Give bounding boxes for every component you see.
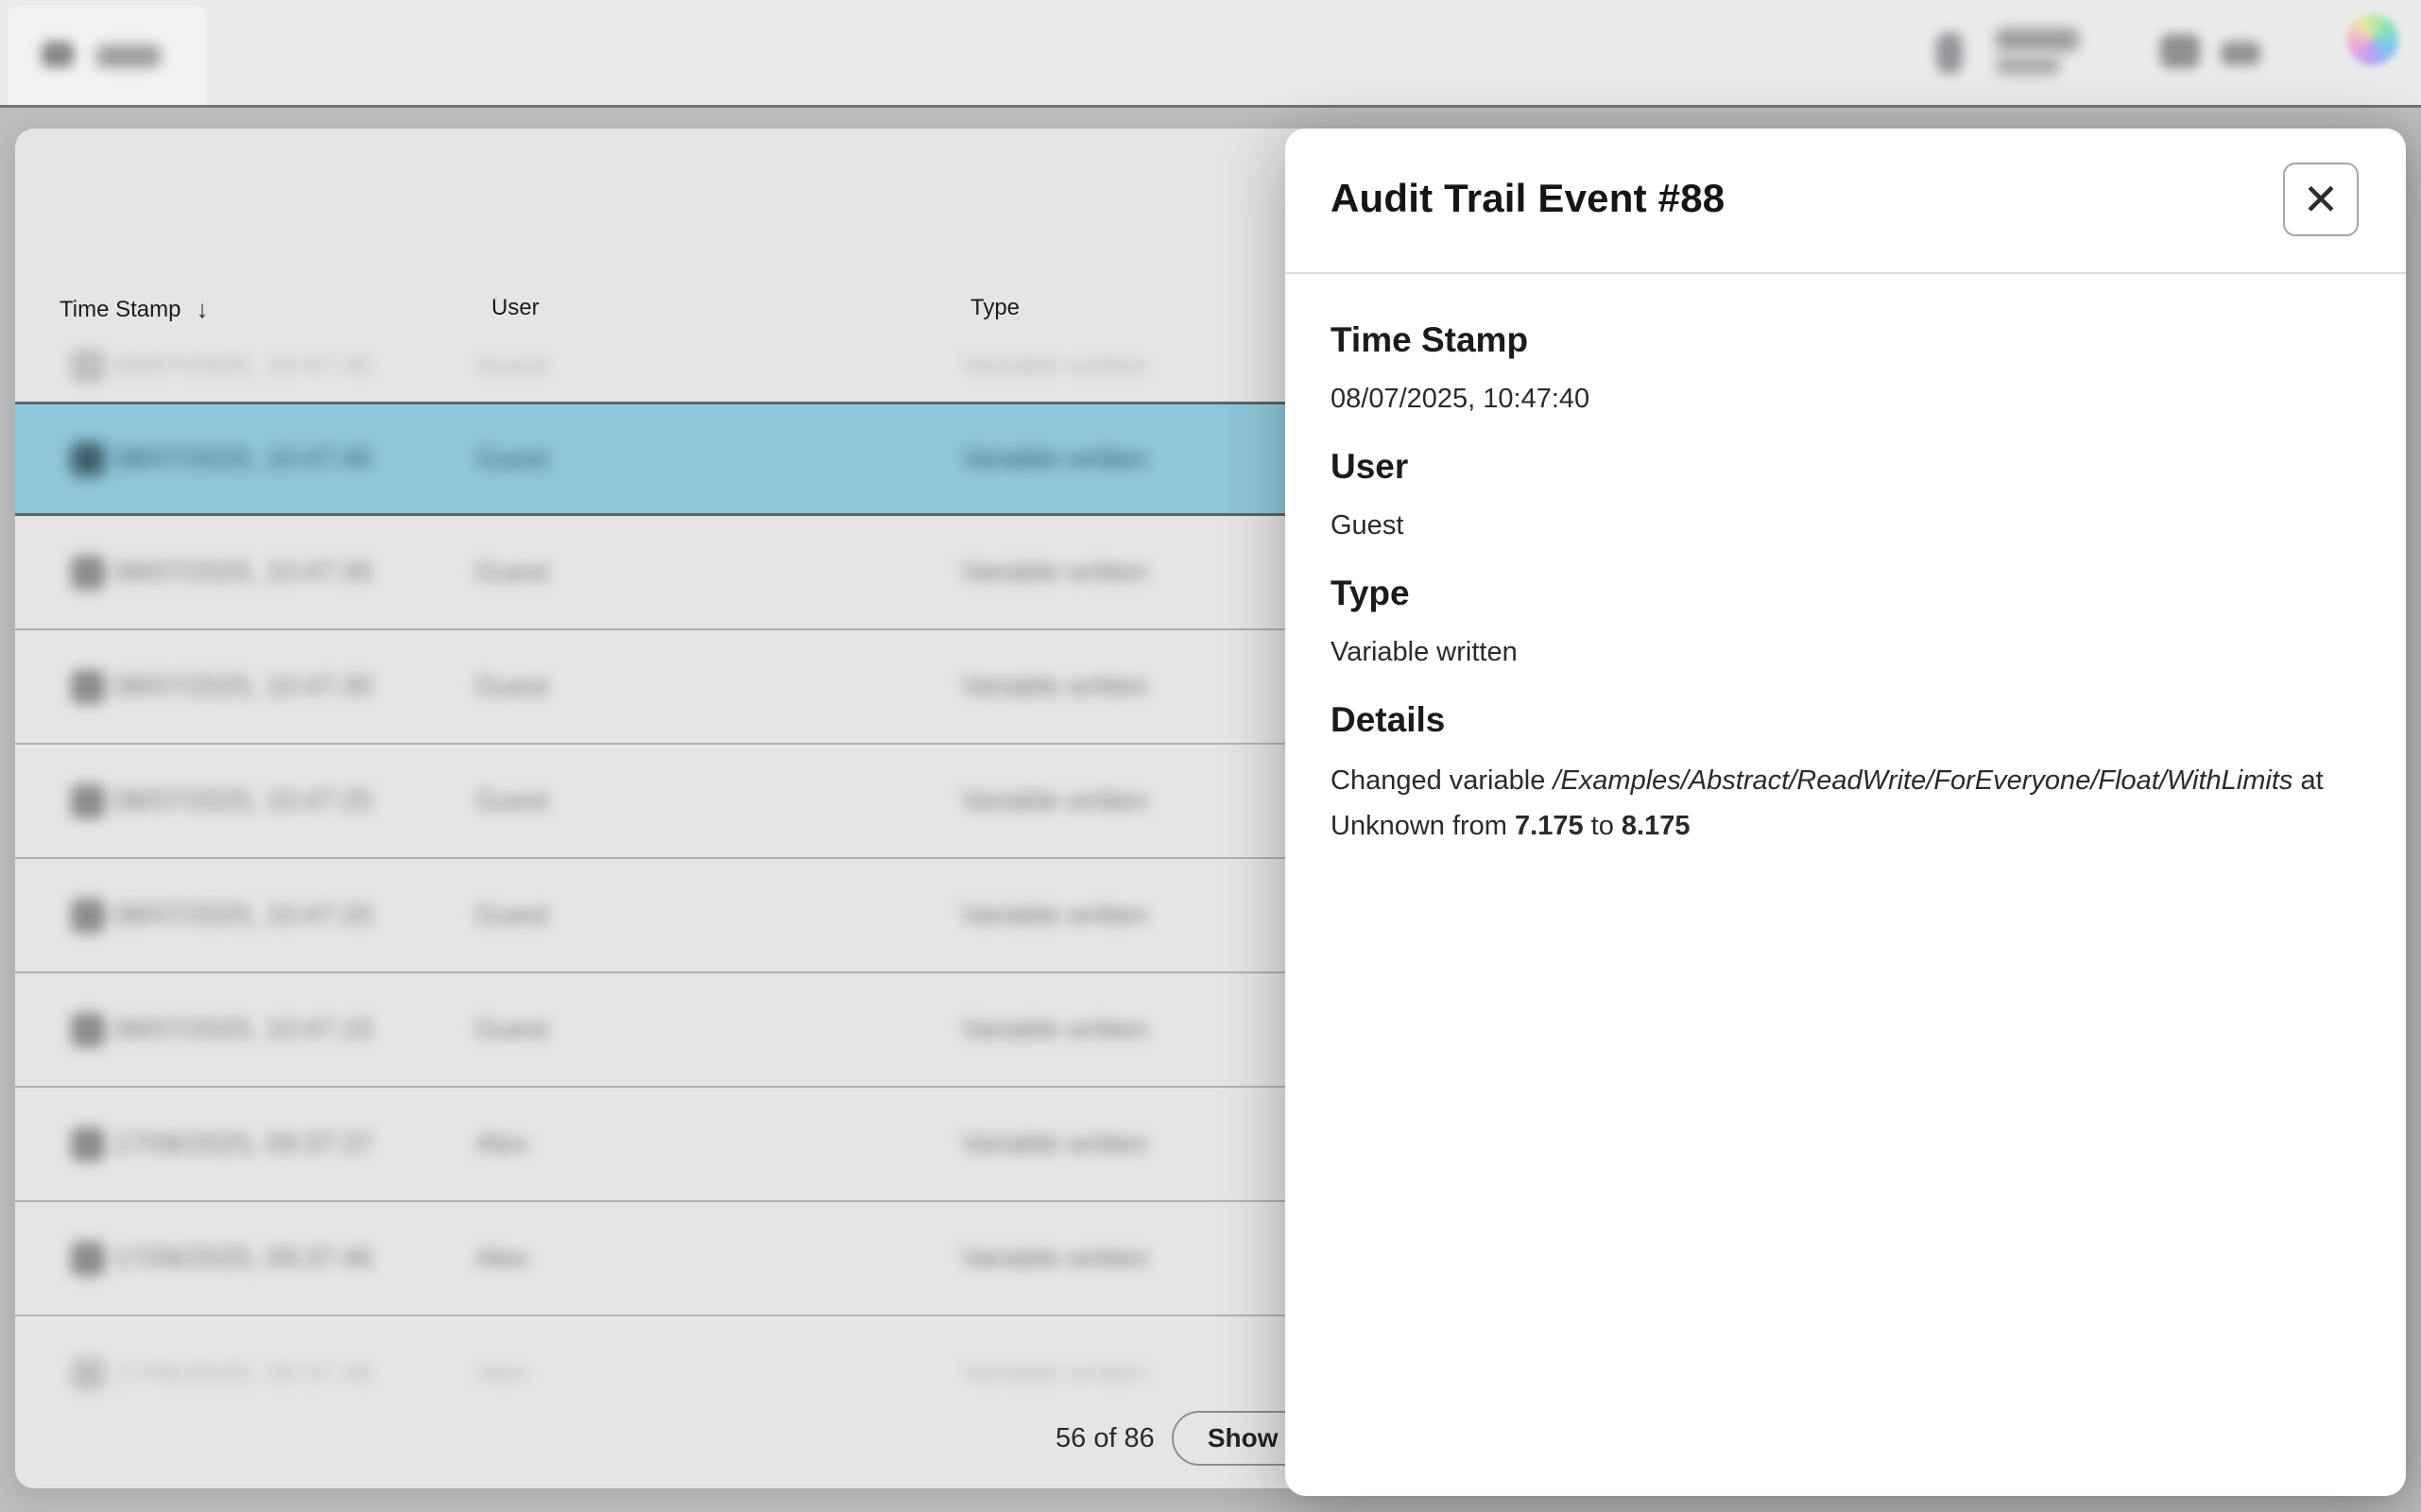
row-timestamp: 08/07/2025, 10:47:25 [113, 785, 372, 816]
row-user: Guest [475, 785, 548, 816]
row-timestamp: 08/07/2025, 10:47:30 [113, 671, 372, 702]
close-icon: ✕ [2303, 178, 2340, 221]
row-timestamp: 17/06/2025, 09:37:48 [113, 1358, 372, 1389]
row-event-icon [71, 784, 105, 818]
row-type: Variable written [961, 443, 1148, 474]
section-value-timestamp: 08/07/2025, 10:47:40 [1331, 380, 2362, 418]
account-text-blurred [1996, 28, 2079, 51]
row-timestamp: 08/07/2025, 10:47:35 [113, 557, 372, 588]
row-user: Guest [475, 351, 548, 382]
details-to-value: 8.175 [1622, 811, 1691, 841]
row-timestamp: 08/07/2025, 10:47:20 [113, 900, 372, 931]
column-label-user: User [491, 295, 540, 321]
row-type: Variable written [961, 351, 1148, 382]
row-type: Variable written [961, 1243, 1148, 1274]
avatar[interactable] [2347, 14, 2398, 65]
section-heading-details: Details [1331, 699, 2362, 741]
section-value-user: Guest [1331, 507, 2362, 544]
row-timestamp: 17/06/2025, 09:37:37 [113, 1128, 372, 1160]
table-footer: 56 of 86 Show [1056, 1410, 1314, 1467]
row-event-icon [71, 1242, 105, 1276]
panel-body: Time Stamp 08/07/2025, 10:47:40 User Gue… [1331, 272, 2362, 849]
column-header-timestamp[interactable]: Time Stamp ↓ [60, 295, 208, 324]
row-timestamp: 08/07/2025, 10:47:40 [113, 443, 372, 474]
row-type: Variable written [961, 557, 1148, 588]
column-header-type[interactable]: Type [970, 295, 1020, 321]
row-type: Variable written [961, 671, 1148, 702]
row-timestamp: 08/07/2025, 10:47:45 [113, 351, 372, 382]
row-type: Variable written [961, 1014, 1148, 1045]
close-button[interactable]: ✕ [2283, 163, 2359, 236]
row-user: Guest [475, 557, 548, 588]
row-event-icon [71, 1357, 105, 1391]
app-title-blurred [96, 45, 161, 67]
section-heading-user: User [1331, 446, 2362, 488]
row-user: Guest [475, 671, 548, 702]
row-user: Alex [475, 1243, 528, 1274]
panel-header: Audit Trail Event #88 ✕ [1285, 129, 2406, 272]
section-heading-timestamp: Time Stamp [1331, 319, 2362, 361]
language-selector-blurred[interactable] [2221, 42, 2260, 65]
section-heading-type: Type [1331, 573, 2362, 614]
row-event-icon [71, 442, 105, 476]
details-text: Changed variable /Examples/Abstract/Read… [1331, 758, 2362, 849]
row-type: Variable written [961, 900, 1148, 931]
details-from-value: 7.175 [1515, 811, 1584, 841]
row-event-icon [71, 670, 105, 704]
details-to-word: to [1584, 811, 1622, 841]
audit-event-detail-panel: Audit Trail Event #88 ✕ Time Stamp 08/07… [1285, 129, 2406, 1496]
row-user: Guest [475, 900, 548, 931]
sort-descending-icon[interactable]: ↓ [196, 295, 208, 324]
panel-title: Audit Trail Event #88 [1331, 176, 1725, 221]
row-user: Guest [475, 1014, 548, 1045]
row-user: Alex [475, 1128, 528, 1160]
account-subtext-blurred [1996, 57, 2060, 75]
row-event-icon [71, 556, 105, 590]
row-timestamp: 08/07/2025, 10:47:15 [113, 1014, 372, 1045]
details-prefix: Changed variable [1331, 765, 1553, 796]
row-timestamp: 17/06/2025, 09:37:46 [113, 1243, 372, 1274]
row-count-label: 56 of 86 [1056, 1423, 1155, 1454]
row-type: Variable written [961, 1128, 1148, 1160]
row-event-icon [71, 1013, 105, 1047]
column-label-type: Type [970, 295, 1020, 321]
user-icon[interactable] [1936, 32, 1963, 74]
row-event-icon [71, 899, 105, 933]
details-variable-path: /Examples/Abstract/ReadWrite/ForEveryone… [1553, 765, 2292, 796]
column-label-timestamp: Time Stamp [60, 297, 180, 323]
row-event-icon [71, 1127, 105, 1161]
chat-icon[interactable] [2160, 34, 2200, 68]
row-type: Variable written [961, 1358, 1148, 1389]
row-type: Variable written [961, 785, 1148, 816]
row-user: Guest [475, 443, 548, 474]
row-user: Alex [475, 1358, 528, 1389]
column-header-user[interactable]: User [491, 295, 540, 321]
section-value-type: Variable written [1331, 633, 2362, 671]
top-bar [0, 0, 2421, 108]
row-event-icon [71, 350, 105, 384]
hamburger-menu-icon[interactable] [42, 42, 74, 67]
